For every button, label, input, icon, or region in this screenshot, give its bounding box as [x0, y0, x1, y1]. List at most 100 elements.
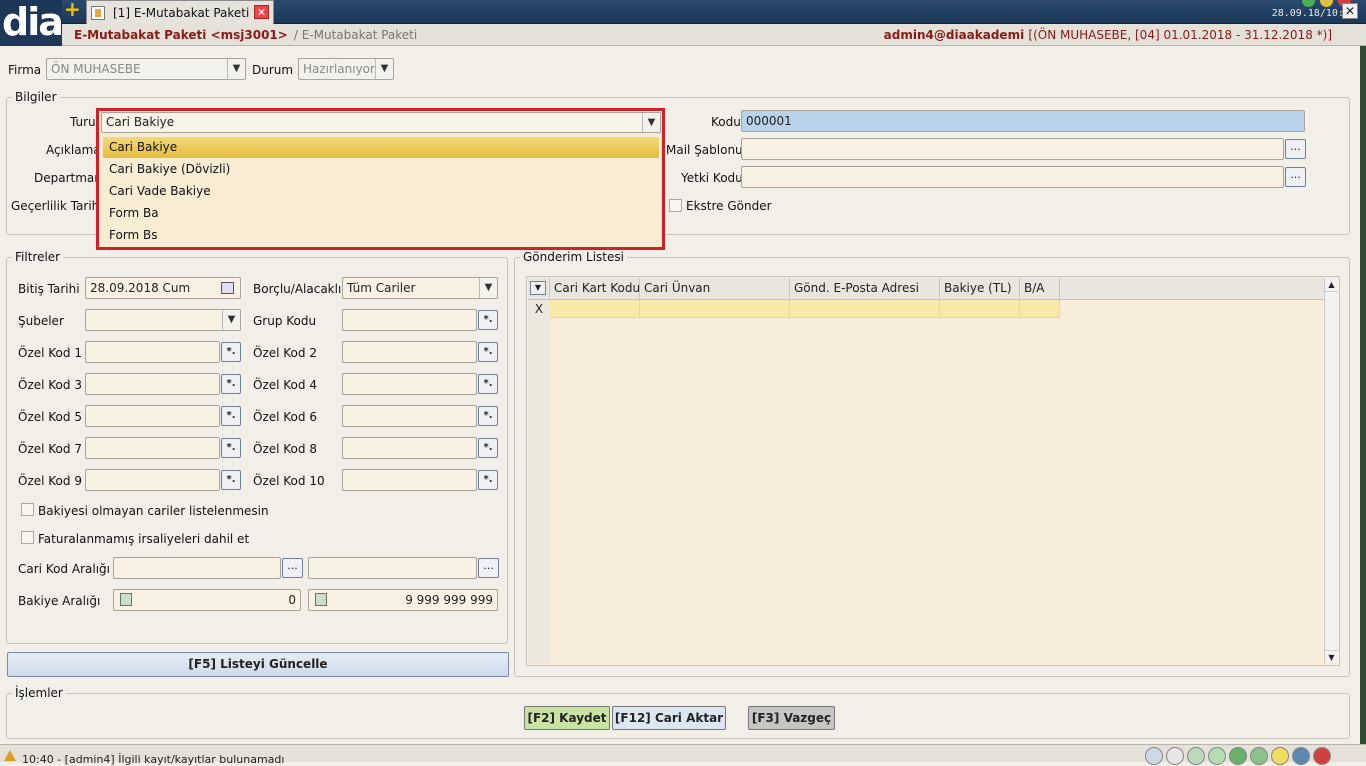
- cari-from-browse-button[interactable]: ...: [282, 558, 303, 578]
- option-form-ba[interactable]: Form Ba: [103, 203, 659, 224]
- plus-icon[interactable]: +: [64, 0, 82, 19]
- help-icon[interactable]: [1145, 747, 1163, 765]
- ozel3-label: Özel Kod 3: [18, 378, 82, 392]
- firma-select[interactable]: ÖN MUHASEBE ▼: [46, 58, 246, 80]
- ozel3-input[interactable]: [85, 373, 220, 395]
- durum-select[interactable]: Hazırlanıyor ▼: [298, 58, 394, 80]
- ozel8-input[interactable]: [342, 437, 477, 459]
- borclu-select[interactable]: Tüm Cariler ▼: [342, 277, 498, 299]
- bakiye-min-input[interactable]: 0: [113, 589, 301, 611]
- bakiyesiz-checkbox[interactable]: [21, 503, 34, 516]
- ozel6-search-button[interactable]: *.: [478, 406, 498, 426]
- cari-to-browse-button[interactable]: ...: [478, 558, 499, 578]
- user-name: admin4@diaakademi: [883, 27, 1025, 42]
- column-ba[interactable]: B/A: [1020, 278, 1060, 300]
- calendar-icon[interactable]: [221, 282, 234, 294]
- calculator-icon[interactable]: [315, 593, 327, 606]
- import-icon[interactable]: [1250, 747, 1268, 765]
- firma-label: Firma: [8, 63, 42, 77]
- column-menu-button[interactable]: ▼: [528, 278, 550, 300]
- grid-header: ▼ Cari Kart Kodu Cari Ünvan Gönd. E-Post…: [528, 278, 1326, 300]
- ozel1-search-button[interactable]: *.: [221, 342, 241, 362]
- column-eposta[interactable]: Gönd. E-Posta Adresi: [790, 278, 940, 300]
- ozel1-input[interactable]: [85, 341, 220, 363]
- ozel3-search-button[interactable]: *.: [221, 374, 241, 394]
- ozel10-label: Özel Kod 10: [253, 474, 325, 488]
- grid-scrollbar[interactable]: ▲ ▼: [1324, 278, 1338, 664]
- option-cari-bakiye-dovizli[interactable]: Cari Bakiye (Dövizli): [103, 159, 659, 180]
- subeler-select[interactable]: ▼: [85, 309, 241, 331]
- turu-select[interactable]: Cari Bakiye ▼: [101, 112, 661, 133]
- refresh-icon[interactable]: [1208, 747, 1226, 765]
- mail-browse-button[interactable]: ...: [1285, 139, 1306, 159]
- grup-search-button[interactable]: *.: [478, 310, 498, 330]
- scroll-up-icon[interactable]: ▲: [1325, 278, 1338, 292]
- bitis-date-input[interactable]: 28.09.2018 Cum: [85, 277, 241, 299]
- ozel5-input[interactable]: [85, 405, 220, 427]
- column-cari-unvan[interactable]: Cari Ünvan: [640, 278, 790, 300]
- aciklama-label: Açıklama: [46, 143, 101, 157]
- column-bakiye[interactable]: Bakiye (TL): [940, 278, 1020, 300]
- refresh-list-button[interactable]: [F5] Listeyi Güncelle: [7, 652, 509, 677]
- scroll-down-icon[interactable]: ▼: [1325, 650, 1338, 664]
- filter-cell[interactable]: [1020, 300, 1060, 318]
- ozel7-search-button[interactable]: *.: [221, 438, 241, 458]
- option-form-bs[interactable]: Form Bs: [103, 225, 659, 246]
- form-close-button[interactable]: ✕: [1342, 3, 1358, 19]
- side-strip: [1360, 46, 1366, 750]
- smile-icon[interactable]: [1271, 747, 1289, 765]
- cari-aralik-from[interactable]: [113, 557, 281, 579]
- filter-cell[interactable]: [790, 300, 940, 318]
- filter-cell[interactable]: [550, 300, 640, 318]
- ekstre-label: Ekstre Gönder: [686, 199, 772, 213]
- ozel7-input[interactable]: [85, 437, 220, 459]
- ozel9-input[interactable]: [85, 469, 220, 491]
- ozel2-input[interactable]: [342, 341, 477, 363]
- bakiye-max-input[interactable]: 9 999 999 999: [308, 589, 498, 611]
- kodu-input[interactable]: 000001: [741, 110, 1305, 132]
- grup-input[interactable]: [342, 309, 477, 331]
- mail-input[interactable]: [741, 138, 1284, 160]
- power-icon[interactable]: [1313, 747, 1331, 765]
- borclu-value: Tüm Cariler: [347, 281, 416, 295]
- filter-cell[interactable]: [940, 300, 1020, 318]
- cancel-button[interactable]: [F3] Vazgeç: [748, 706, 835, 730]
- ozel2-search-button[interactable]: *.: [478, 342, 498, 362]
- option-cari-vade-bakiye[interactable]: Cari Vade Bakiye: [103, 181, 659, 202]
- cari-aralik-to[interactable]: [308, 557, 477, 579]
- calculator-icon[interactable]: [120, 593, 132, 606]
- ozel5-search-button[interactable]: *.: [221, 406, 241, 426]
- tab-close-icon[interactable]: ✕: [254, 5, 269, 19]
- ozel4-input[interactable]: [342, 373, 477, 395]
- tools-icon[interactable]: [1166, 747, 1184, 765]
- firma-value: ÖN MUHASEBE: [51, 62, 141, 76]
- print-icon[interactable]: [1187, 747, 1205, 765]
- info-icon[interactable]: [1292, 747, 1310, 765]
- irsaliye-checkbox[interactable]: [21, 531, 34, 544]
- yetki-input[interactable]: [741, 166, 1284, 188]
- ozel10-input[interactable]: [342, 469, 477, 491]
- ozel4-search-button[interactable]: *.: [478, 374, 498, 394]
- bakiyesiz-label: Bakiyesi olmayan cariler listelenmesin: [38, 504, 269, 518]
- durum-value: Hazırlanıyor: [303, 62, 375, 76]
- filter-cell[interactable]: [640, 300, 790, 318]
- column-cari-kart-kodu[interactable]: Cari Kart Kodu: [550, 278, 640, 300]
- chevron-down-icon: ▼: [642, 113, 660, 132]
- ozel6-input[interactable]: [342, 405, 477, 427]
- tab-e-mutabakat[interactable]: [1] E-Mutabakat Paketi ✕: [86, 0, 274, 24]
- chevron-down-icon: ▼: [222, 310, 240, 330]
- ozel6-label: Özel Kod 6: [253, 410, 317, 424]
- page-header: E-Mutabakat Paketi <msj3001> / E-Mutabak…: [62, 24, 1366, 46]
- period-info: [(ÖN MUHASEBE, [04] 01.01.2018 - 31.12.2…: [1028, 27, 1332, 42]
- ekstre-checkbox[interactable]: [669, 199, 682, 212]
- save-button[interactable]: [F2] Kaydet: [524, 706, 610, 730]
- ozel7-label: Özel Kod 7: [18, 442, 82, 456]
- yetki-browse-button[interactable]: ...: [1285, 167, 1306, 187]
- ozel10-search-button[interactable]: *.: [478, 470, 498, 490]
- export-icon[interactable]: [1229, 747, 1247, 765]
- ozel9-search-button[interactable]: *.: [221, 470, 241, 490]
- ozel8-search-button[interactable]: *.: [478, 438, 498, 458]
- warning-icon: [4, 750, 16, 761]
- cari-aktar-button[interactable]: [F12] Cari Aktar: [612, 706, 726, 730]
- option-cari-bakiye[interactable]: Cari Bakiye: [103, 137, 659, 158]
